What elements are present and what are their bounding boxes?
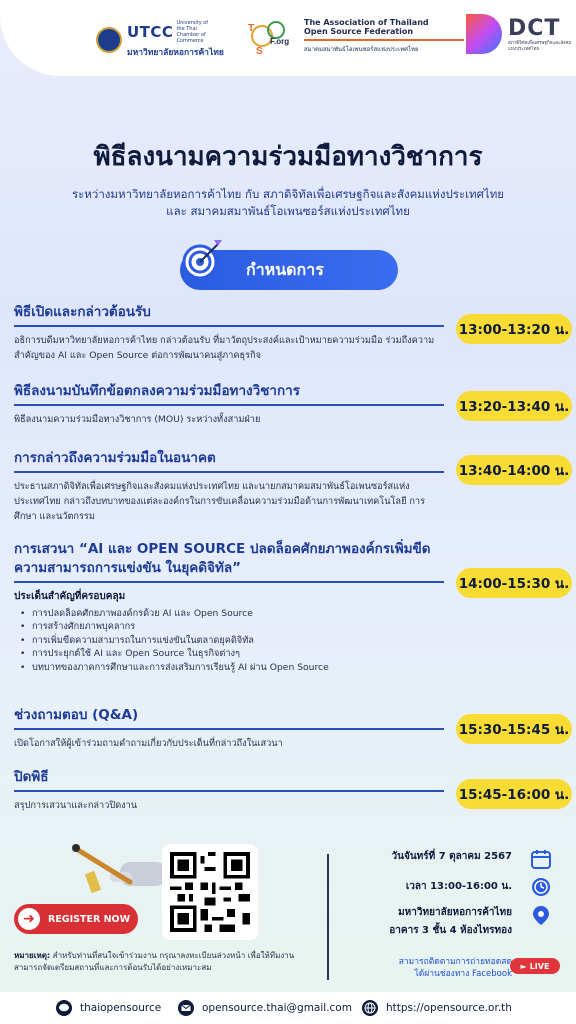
clock-icon xyxy=(532,878,550,896)
agenda-item-divider xyxy=(14,471,444,473)
svg-text:F.org: F.org xyxy=(270,37,289,46)
globe-icon xyxy=(362,1000,378,1016)
agenda-item-divider xyxy=(14,728,444,730)
time-pill: 15:30-15:45 น. xyxy=(456,714,572,744)
osf-divider xyxy=(304,39,464,41)
svg-text:T: T xyxy=(248,23,254,34)
event-venue: มหาวิทยาลัยหอการค้าไทย อาคาร 3 ชั้น 4 ห้… xyxy=(389,906,512,938)
venue-line2: อาคาร 3 ชั้น 4 ห้องไทรทอง xyxy=(389,925,512,936)
live-label: LIVE xyxy=(529,961,550,971)
topic-item: การเพิ่มขีดความสามารถในการแข่งขันในตลาดย… xyxy=(20,634,562,648)
svg-text:S: S xyxy=(256,46,263,56)
target-icon xyxy=(182,240,222,280)
note-text: สำหรับท่านที่สนใจเข้าร่วมงาน กรุณาลงทะเบ… xyxy=(14,951,295,972)
topic-item: การประยุกต์ใช้ AI และ Open Source ในธุรก… xyxy=(20,647,562,661)
live-badge[interactable]: ► LIVE xyxy=(510,958,560,974)
calendar-icon xyxy=(531,850,551,869)
line-id: thaiopensource xyxy=(80,1002,162,1014)
osf-line2: Open Source Federation xyxy=(304,27,414,36)
contact-bar: thaiopensource opensource.thai@gmail.com… xyxy=(0,992,576,1024)
event-time: เวลา 13:00-16:00 น. xyxy=(405,881,512,892)
footer-divider xyxy=(327,854,329,980)
dct-mark-icon xyxy=(466,14,502,54)
agenda-item-desc: อธิการบดีมหาวิทยาลัยหอการค้าไทย กล่าวต้อ… xyxy=(14,334,435,361)
agenda-item-divider xyxy=(14,325,444,327)
line-chat-icon xyxy=(56,1000,72,1016)
topic-item: บทบาทของภาคการศึกษาและการส่งเสริมการเรีย… xyxy=(20,661,562,675)
page-subtitle: ระหว่างมหาวิทยาลัยหอการค้าไทย กับ สภาดิจ… xyxy=(0,186,576,220)
page-title: พิธีลงนามความร่วมมือทางวิชาการ xyxy=(93,142,483,172)
live-note: สามารถติดตามการถ่ายทอดสด ได้ผ่านช่องทาง … xyxy=(399,956,512,980)
utcc-name: UTCC xyxy=(127,23,174,41)
agenda-item-divider xyxy=(14,581,444,583)
dct-logo: DCT สภาดิจิทัลเพื่อเศรษฐกิจและสังคมแห่งป… xyxy=(466,14,576,54)
registration-note: หมายเหตุ: สำหรับท่านที่สนใจเข้าร่วมงาน ก… xyxy=(14,950,314,974)
osf-logo: T S F.org The Association of Thailand Op… xyxy=(246,16,464,57)
agenda-item-divider xyxy=(14,404,444,406)
topic-item: การสร้างศักยภาพบุคลากร xyxy=(20,620,562,634)
note-label: หมายเหตุ: xyxy=(14,951,51,960)
robot-hand-icon xyxy=(72,844,166,894)
header-bar: UTCC University of the Thai Chamber of C… xyxy=(0,0,576,76)
agenda-item: การเสวนา “AI และ OPEN SOURCE ปลดล็อคศักย… xyxy=(14,540,562,674)
subtitle-line1: ระหว่างมหาวิทยาลัยหอการค้าไทย กับ สภาดิจ… xyxy=(71,187,505,201)
time-pill: 13:40-14:00 น. xyxy=(456,455,572,485)
osf-mark-icon: T S F.org xyxy=(246,16,300,57)
utcc-sub: University of the Thai Chamber of Commer… xyxy=(176,20,209,44)
email-address: opensource.thai@gmail.com xyxy=(202,1002,352,1014)
topic-item: การปลดล็อคศักยภาพองค์กรด้วย AI และ Open … xyxy=(20,607,562,621)
email-icon xyxy=(178,1000,194,1016)
utcc-seal-icon xyxy=(96,26,122,53)
agenda-item-divider xyxy=(14,790,444,792)
agenda-item-desc: ประธานสภาดิจิทัลเพื่อเศรษฐกิจและสังคมแห่… xyxy=(14,480,426,522)
location-pin-icon xyxy=(533,906,549,925)
email-contact[interactable]: opensource.thai@gmail.com xyxy=(178,1000,352,1016)
time-pill: 13:00-13:20 น. xyxy=(456,314,572,344)
subtitle-line2: และ สมาคมสมาพันธ์โอเพนซอร์สแห่งประเทศไทย xyxy=(166,204,410,218)
utcc-thai: มหาวิทยาลัยหอการค้าไทย xyxy=(127,48,224,58)
line-contact[interactable]: thaiopensource xyxy=(56,1000,161,1016)
utcc-logo: UTCC University of the Thai Chamber of C… xyxy=(96,20,224,59)
web-contact[interactable]: https://opensource.or.th xyxy=(362,1000,512,1016)
website-url: https://opensource.or.th xyxy=(386,1002,512,1014)
registration-qr-code[interactable] xyxy=(162,844,258,940)
time-pill: 13:20-13:40 น. xyxy=(456,391,572,421)
arrow-right-icon[interactable]: ➜ xyxy=(16,906,42,932)
play-icon: ► xyxy=(520,961,527,971)
agenda-item-desc: พิธีลงนามความร่วมมือทางวิชาการ (MOU) ระห… xyxy=(14,413,261,425)
dct-name: DCT xyxy=(508,15,561,41)
time-pill: 15:45-16:00 น. xyxy=(456,779,572,809)
qr-code-icon xyxy=(170,852,250,932)
agenda-item-desc: เปิดโอกาสให้ผู้เข้าร่วมถามคำถามเกี่ยวกับ… xyxy=(14,737,283,749)
osf-line1: The Association of Thailand xyxy=(304,18,429,27)
time-pill: 14:00-15:30 น. xyxy=(456,568,572,598)
venue-line1: มหาวิทยาลัยหอการค้าไทย xyxy=(398,907,512,918)
agenda-item-desc: สรุปการเสวนาและกล่าวปิดงาน xyxy=(14,799,138,811)
dct-sub: สภาดิจิทัลเพื่อเศรษฐกิจและสังคมแห่งประเท… xyxy=(508,40,572,52)
agenda-item-title: การเสวนา “AI และ OPEN SOURCE ปลดล็อคศักย… xyxy=(14,541,431,576)
live-line2: ได้ผ่านช่องทาง Facebook xyxy=(414,969,512,979)
live-line1: สามารถติดตามการถ่ายทอดสด xyxy=(398,957,512,967)
osf-thai: สมาคมสมาพันธ์โอเพนซอร์สแห่งประเทศไทย xyxy=(304,46,419,53)
topics-list: การปลดล็อคศักยภาพองค์กรด้วย AI และ Open … xyxy=(14,607,562,675)
event-date: วันจันทร์ที่ 7 ตุลาคม 2567 xyxy=(391,851,512,862)
